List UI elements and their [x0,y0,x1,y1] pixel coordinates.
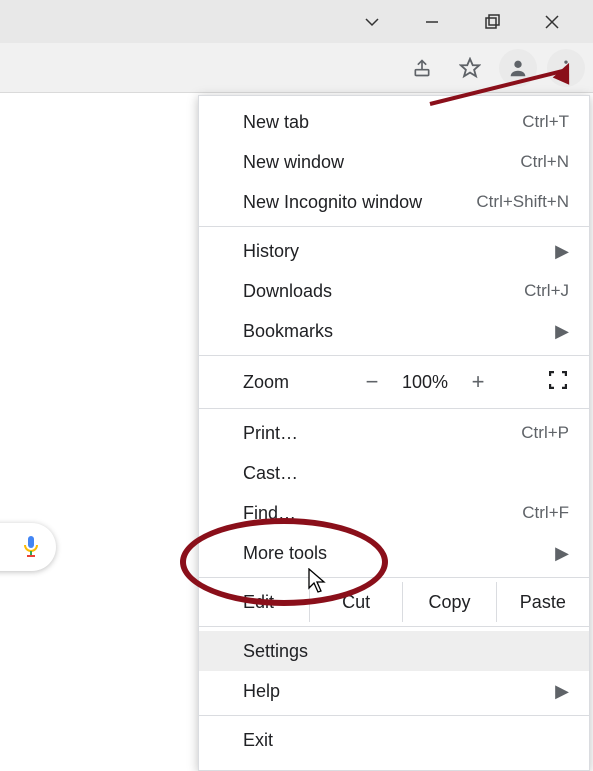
menu-label: Bookmarks [243,321,555,342]
menu-label: New window [243,152,520,173]
menu-label: Find… [243,503,522,524]
menu-shortcut: Ctrl+J [524,281,569,301]
menu-shortcut: Ctrl+N [520,152,569,172]
zoom-in-button[interactable]: + [455,369,501,395]
menu-button[interactable] [547,49,585,87]
menu-label: New tab [243,112,522,133]
separator [199,355,589,356]
close-button[interactable] [535,8,569,36]
menu-item-new-window[interactable]: New window Ctrl+N [199,142,589,182]
menu-label: Downloads [243,281,524,302]
menu-item-find[interactable]: Find… Ctrl+F [199,493,589,533]
maximize-button[interactable] [475,8,509,36]
menu-item-settings[interactable]: Settings [199,631,589,671]
menu-item-print[interactable]: Print… Ctrl+P [199,413,589,453]
menu-item-downloads[interactable]: Downloads Ctrl+J [199,271,589,311]
share-button[interactable] [403,49,441,87]
menu-item-new-tab[interactable]: New tab Ctrl+T [199,102,589,142]
voice-search-button[interactable] [0,523,56,571]
zoom-out-button[interactable]: − [349,369,395,395]
separator [199,408,589,409]
menu-item-bookmarks[interactable]: Bookmarks ▶ [199,311,589,351]
separator [199,226,589,227]
menu-item-history[interactable]: History ▶ [199,231,589,271]
menu-label: Cast… [243,463,569,484]
menu-label: History [243,241,555,262]
edit-cut-button[interactable]: Cut [309,582,402,622]
chevron-right-icon: ▶ [555,543,569,564]
menu-label: Print… [243,423,521,444]
zoom-row: Zoom − 100% + [199,360,589,404]
menu-item-more-tools[interactable]: More tools ▶ [199,533,589,573]
menu-shortcut: Ctrl+F [522,503,569,523]
menu-label: New Incognito window [243,192,476,213]
menu-item-help[interactable]: Help ▶ [199,671,589,711]
menu-shortcut: Ctrl+T [522,112,569,132]
menu-item-new-incognito[interactable]: New Incognito window Ctrl+Shift+N [199,182,589,222]
menu-shortcut: Ctrl+Shift+N [476,192,569,212]
fullscreen-button[interactable] [549,371,589,394]
menu-item-cast[interactable]: Cast… [199,453,589,493]
zoom-label: Zoom [199,372,349,393]
edit-row: Edit Cut Copy Paste [199,582,589,622]
profile-button[interactable] [499,49,537,87]
minimize-button[interactable] [415,8,449,36]
separator [199,626,589,627]
window-titlebar [0,0,593,43]
restore-down-icon[interactable] [355,8,389,36]
edit-label: Edit [199,582,309,622]
chrome-main-menu: New tab Ctrl+T New window Ctrl+N New Inc… [198,95,590,771]
browser-toolbar [0,43,593,93]
separator [199,577,589,578]
chevron-right-icon: ▶ [555,321,569,342]
menu-label: Settings [243,641,569,662]
zoom-value: 100% [395,372,455,393]
menu-label: More tools [243,543,555,564]
menu-label: Help [243,681,555,702]
bookmark-star-button[interactable] [451,49,489,87]
edit-copy-button[interactable]: Copy [402,582,495,622]
separator [199,715,589,716]
menu-item-exit[interactable]: Exit [199,720,589,760]
chevron-right-icon: ▶ [555,241,569,262]
menu-label: Exit [243,730,569,751]
menu-shortcut: Ctrl+P [521,423,569,443]
chevron-right-icon: ▶ [555,681,569,702]
edit-paste-button[interactable]: Paste [496,582,589,622]
